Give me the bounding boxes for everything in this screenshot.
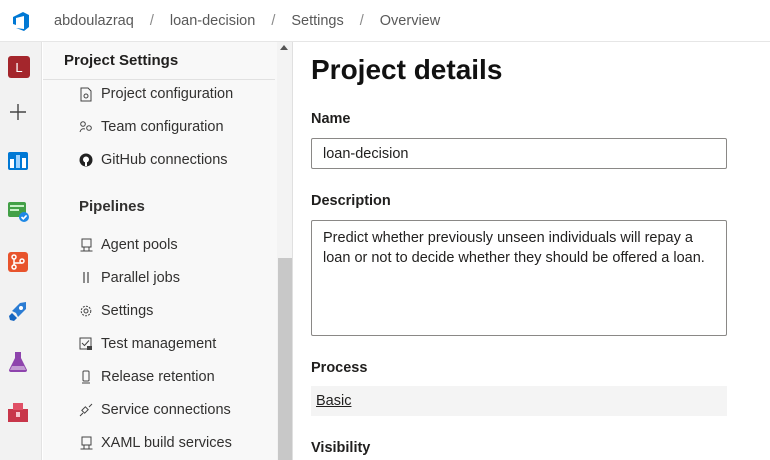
nav-item-label: Settings	[101, 303, 154, 319]
nav-item-release-retention[interactable]: Release retention	[79, 369, 215, 385]
breadcrumb-separator: /	[359, 12, 364, 29]
nav-divider	[43, 79, 275, 80]
nav-item-settings[interactable]: Settings	[79, 303, 153, 319]
left-rail: L	[0, 42, 42, 460]
breadcrumb-organization[interactable]: abdoulazraq	[54, 13, 134, 29]
breadcrumb-overview[interactable]: Overview	[380, 13, 440, 29]
nav-item-label: Agent pools	[101, 237, 178, 253]
nav-item-label: Parallel jobs	[101, 270, 180, 286]
page-title: Project details	[311, 54, 503, 85]
nav-item-test-management[interactable]: Test management	[79, 336, 216, 352]
visibility-label: Visibility	[311, 440, 371, 456]
breadcrumb-project[interactable]: loan-decision	[170, 13, 255, 29]
process-link[interactable]: Basic	[316, 393, 351, 409]
nav-item-github-connections[interactable]: GitHub connections	[79, 152, 228, 168]
nav-item-xaml-build-services[interactable]: XAML build services	[79, 435, 232, 451]
nav-item-project-configuration[interactable]: Project configuration	[79, 86, 233, 102]
github-icon	[79, 152, 93, 168]
add-icon[interactable]	[5, 99, 31, 125]
project-name-input[interactable]	[311, 138, 727, 169]
scrollbar-thumb[interactable]	[278, 258, 292, 460]
pipelines-icon[interactable]	[5, 299, 31, 325]
nav-item-label: Project configuration	[101, 86, 234, 102]
process-row: Basic	[311, 386, 727, 416]
plug-icon	[79, 402, 93, 418]
document-icon	[79, 86, 93, 102]
nav-item-label: GitHub connections	[101, 152, 228, 168]
gear-icon	[79, 303, 93, 319]
nav-item-parallel-jobs[interactable]: Parallel jobs	[79, 270, 180, 286]
nav-title: Project Settings	[64, 52, 179, 69]
build-service-icon	[79, 435, 93, 451]
test-plans-check-icon[interactable]	[5, 198, 31, 224]
breadcrumb: abdoulazraq / loan-decision / Settings /…	[54, 13, 440, 29]
nav-item-label: XAML build services	[101, 435, 232, 451]
avatar: L	[8, 56, 30, 78]
nav-item-label: Service connections	[101, 402, 231, 418]
breadcrumb-separator: /	[271, 12, 276, 29]
right-gutter	[748, 42, 770, 460]
scroll-up-icon[interactable]	[280, 45, 288, 50]
test-plans-flask-icon[interactable]	[5, 349, 31, 375]
phone-icon	[79, 369, 93, 385]
nav-scrollbar[interactable]	[277, 42, 292, 460]
project-avatar[interactable]: L	[5, 54, 31, 80]
nav-item-service-connections[interactable]: Service connections	[79, 402, 231, 418]
nav-item-label: Team configuration	[101, 119, 224, 135]
test-management-icon	[79, 336, 93, 352]
description-label: Description	[311, 193, 391, 209]
agent-pool-icon	[79, 237, 93, 253]
top-bar: abdoulazraq / loan-decision / Settings /…	[0, 0, 770, 42]
repos-icon[interactable]	[5, 249, 31, 275]
process-label: Process	[311, 360, 368, 376]
project-description-textarea[interactable]: Predict whether previously unseen indivi…	[311, 220, 727, 336]
nav-item-agent-pools[interactable]: Agent pools	[79, 237, 178, 253]
team-icon	[79, 119, 93, 135]
nav-section-pipelines: Pipelines	[79, 198, 145, 215]
name-label: Name	[311, 111, 351, 127]
main-content: Project details Name Description Predict…	[294, 42, 748, 460]
boards-icon[interactable]	[5, 148, 31, 174]
parallel-icon	[79, 270, 93, 286]
nav-item-label: Release retention	[101, 369, 215, 385]
azure-devops-logo-icon[interactable]	[0, 0, 42, 42]
project-settings-nav: Project Settings Project configuration T…	[43, 42, 293, 460]
nav-item-label: Test management	[101, 336, 217, 352]
nav-item-team-configuration[interactable]: Team configuration	[79, 119, 224, 135]
breadcrumb-settings[interactable]: Settings	[291, 13, 343, 29]
breadcrumb-separator: /	[149, 12, 154, 29]
artifacts-icon[interactable]	[5, 399, 31, 425]
